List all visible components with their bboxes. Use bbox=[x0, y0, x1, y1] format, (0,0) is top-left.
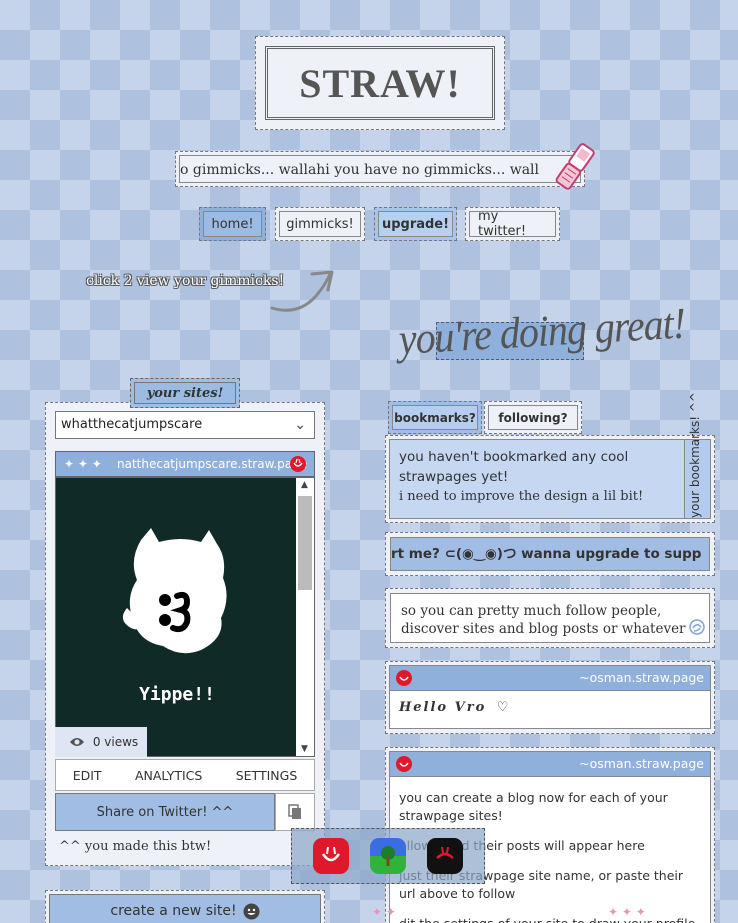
nav-upgrade-button[interactable]: upgrade! bbox=[374, 207, 457, 241]
blog-line-1: you can create a blog now for each of yo… bbox=[399, 790, 668, 823]
nav-gimmicks-button[interactable]: gimmicks! bbox=[275, 207, 365, 241]
straw-app-icon[interactable] bbox=[312, 838, 349, 874]
copy-link-button[interactable] bbox=[275, 793, 315, 831]
flip-phone-icon[interactable] bbox=[553, 140, 599, 194]
scroll-thumb[interactable] bbox=[298, 496, 312, 590]
cat-image bbox=[122, 528, 227, 654]
your-sites-label: your sites! bbox=[134, 382, 236, 404]
logo[interactable]: STRAW! bbox=[255, 36, 505, 130]
app-dock bbox=[291, 828, 485, 884]
nav-upgrade-label: upgrade! bbox=[378, 211, 453, 237]
marquee-text: o gimmicks... wallahi you have no gimmic… bbox=[179, 155, 581, 183]
swirl-icon bbox=[689, 619, 705, 640]
views-count: 0 views bbox=[92, 735, 139, 749]
post-card[interactable]: ~osman.straw.page Hello Vro ♡ bbox=[385, 661, 715, 734]
logo-text: STRAW! bbox=[265, 46, 495, 120]
smile-icon bbox=[243, 903, 260, 923]
site-preview[interactable]: Yippe!! ▲ ▼ bbox=[55, 477, 315, 757]
upgrade-marquee[interactable]: rt me? ⊂(◉‿◉)つ wanna upgrade to supp bbox=[385, 532, 715, 576]
chevron-down-icon: ⌄ bbox=[294, 417, 306, 433]
bookmarks-note: i need to improve the design a lil bit! bbox=[399, 489, 644, 504]
analytics-button[interactable]: ANALYTICS bbox=[135, 768, 202, 783]
site-select-value: whatthecatjumpscare bbox=[61, 417, 203, 432]
nav-home-button[interactable]: home! bbox=[199, 207, 266, 241]
blog-line-4: dit the settings of your site to draw yo… bbox=[399, 915, 701, 923]
eye-icon bbox=[69, 737, 89, 751]
tree-app-icon[interactable] bbox=[369, 838, 406, 874]
sparkle-decoration: ✦ ✦ bbox=[372, 905, 396, 919]
site-preview-header: ✦ ✦ ✦ natthecatjumpscare.straw.page bbox=[55, 451, 315, 477]
post-text: Hello Vro bbox=[399, 700, 487, 715]
nav-home-label: home! bbox=[203, 211, 262, 237]
copy-icon bbox=[288, 804, 301, 819]
nav-twitter-label: my twitter! bbox=[469, 209, 556, 239]
gimmicks-marquee: o gimmicks... wallahi you have no gimmic… bbox=[175, 151, 585, 187]
edit-button[interactable]: EDIT bbox=[73, 768, 102, 783]
preview-scrollbar[interactable]: ▲ ▼ bbox=[296, 478, 314, 756]
upgrade-marquee-text: rt me? ⊂(◉‿◉)つ wanna upgrade to supp bbox=[390, 537, 710, 571]
views-badge: 0 views bbox=[55, 727, 147, 757]
bookmarks-vertical-label: your bookmarks! ^^ bbox=[688, 392, 702, 518]
sparkle-decoration: ✦ ✦ ✦ bbox=[608, 905, 646, 919]
preview-caption: Yippe!! bbox=[139, 684, 215, 705]
slogan: you're doing great! bbox=[397, 297, 687, 364]
tab-bookmarks[interactable]: bookmarks? bbox=[388, 401, 482, 434]
sparkle-icons: ✦ ✦ ✦ bbox=[64, 457, 102, 471]
tab-bookmarks-label: bookmarks? bbox=[392, 405, 478, 430]
author-avatar bbox=[396, 670, 412, 694]
follow-info-box: so you can pretty much follow people, di… bbox=[385, 588, 715, 648]
author-avatar bbox=[396, 756, 412, 780]
scroll-down-icon[interactable]: ▼ bbox=[301, 744, 308, 754]
share-twitter-button[interactable]: Share on Twitter! ^^ bbox=[55, 793, 275, 831]
made-this-note: ^^ you made this btw! bbox=[59, 839, 212, 854]
create-site-label: create a new site! bbox=[110, 903, 237, 919]
site-select[interactable]: whatthecatjumpscare ⌄ bbox=[55, 411, 315, 439]
nav-gimmicks-label: gimmicks! bbox=[279, 211, 361, 237]
gimmicks-hint: click 2 view your gimmicks! bbox=[86, 273, 285, 289]
post-author[interactable]: ~osman.straw.page bbox=[579, 756, 704, 771]
your-sites-tab: your sites! bbox=[130, 378, 240, 408]
settings-button[interactable]: SETTINGS bbox=[236, 768, 298, 783]
create-site-button[interactable]: create a new site! bbox=[45, 890, 325, 923]
heart-icon[interactable]: ♡ bbox=[497, 700, 511, 715]
dark-straw-app-icon[interactable] bbox=[427, 838, 464, 874]
site-url[interactable]: natthecatjumpscare.straw.page bbox=[117, 452, 312, 476]
tab-following[interactable]: following? bbox=[484, 401, 582, 434]
scroll-up-icon[interactable]: ▲ bbox=[301, 480, 308, 490]
straw-logo-icon bbox=[290, 456, 306, 476]
post-author[interactable]: ~osman.straw.page bbox=[579, 670, 704, 685]
bookmarks-empty-text: you haven't bookmarked any cool strawpag… bbox=[399, 449, 629, 485]
tab-following-label: following? bbox=[488, 405, 578, 430]
bookmarks-box: you haven't bookmarked any cool strawpag… bbox=[385, 435, 715, 523]
follow-info-text: so you can pretty much follow people, di… bbox=[401, 603, 686, 637]
site-actions: EDIT ANALYTICS SETTINGS bbox=[55, 759, 315, 791]
curved-arrow-icon bbox=[268, 266, 338, 320]
nav-twitter-button[interactable]: my twitter! bbox=[465, 207, 560, 241]
